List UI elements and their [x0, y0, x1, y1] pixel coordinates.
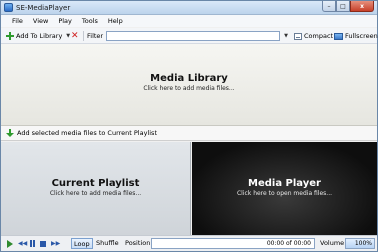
volume-slider[interactable]: 100% — [345, 238, 375, 249]
toolbar: Add To Library ▼ ✕ Filter ▼ Compact Full… — [1, 28, 378, 44]
media-library-hint[interactable]: Click here to add media files... — [1, 85, 377, 92]
loop-button[interactable]: Loop — [71, 238, 93, 249]
chevron-down-icon[interactable]: ▼ — [66, 33, 70, 39]
filter-input[interactable] — [106, 31, 280, 41]
main-window: SE-MediaPlayer – □ x File View Play Tool… — [0, 0, 378, 252]
fast-forward-icon[interactable]: ▶▶ — [51, 240, 60, 247]
current-playlist-title: Current Playlist — [51, 178, 140, 189]
media-player-panel[interactable]: Media Player Click here to open media fi… — [192, 142, 377, 235]
compact-button[interactable]: Compact — [294, 30, 333, 42]
position-label: Position — [125, 239, 151, 247]
menu-bar: File View Play Tools Help — [1, 15, 377, 27]
add-selected-label: Add selected media files to Current Play… — [17, 129, 157, 137]
down-arrow-icon — [6, 128, 14, 138]
fullscreen-button[interactable]: Fullscreen — [334, 30, 378, 42]
stop-icon[interactable] — [40, 241, 46, 247]
current-playlist-hint[interactable]: Click here to add media files... — [1, 190, 190, 197]
add-icon — [6, 32, 14, 40]
transport-bar: ◀◀ ▶▶ Loop Shuffle Position 00:00 of 00:… — [1, 235, 377, 251]
toolbar-separator — [83, 31, 84, 41]
media-library-panel[interactable]: Media Library Click here to add media fi… — [1, 44, 377, 126]
menu-file[interactable]: File — [7, 15, 28, 27]
fullscreen-label: Fullscreen — [345, 32, 378, 40]
add-selected-to-playlist-button[interactable]: Add selected media files to Current Play… — [1, 126, 377, 141]
fullscreen-icon — [334, 32, 343, 40]
window-controls: – □ x — [322, 1, 374, 12]
maximize-button[interactable]: □ — [336, 1, 350, 12]
rewind-icon[interactable]: ◀◀ — [18, 240, 27, 247]
minimize-button[interactable]: – — [322, 1, 336, 12]
menu-view[interactable]: View — [28, 15, 53, 27]
media-player-title: Media Player — [248, 178, 321, 189]
media-library-title: Media Library — [150, 73, 228, 84]
close-button[interactable]: x — [350, 1, 374, 12]
menu-play[interactable]: Play — [53, 15, 77, 27]
filter-dropdown-icon[interactable]: ▼ — [282, 31, 290, 41]
current-playlist-panel[interactable]: Current Playlist Click here to add media… — [1, 142, 191, 235]
app-icon — [4, 3, 13, 12]
title-bar: SE-MediaPlayer – □ x — [1, 1, 377, 15]
media-player-hint[interactable]: Click here to open media files... — [192, 190, 377, 197]
play-icon[interactable] — [7, 240, 13, 248]
menu-tools[interactable]: Tools — [77, 15, 103, 27]
compact-label: Compact — [304, 32, 334, 40]
remove-icon[interactable]: ✕ — [71, 30, 79, 42]
add-to-library-button[interactable]: Add To Library ▼ — [6, 30, 70, 42]
filter-label: Filter — [87, 32, 104, 40]
add-to-library-label: Add To Library — [16, 32, 63, 40]
menu-help[interactable]: Help — [103, 15, 128, 27]
volume-label: Volume — [320, 239, 345, 247]
compact-icon — [294, 32, 302, 40]
position-slider[interactable]: 00:00 of 00:00 — [151, 238, 315, 249]
shuffle-button[interactable]: Shuffle — [94, 238, 121, 249]
window-title: SE-MediaPlayer — [16, 4, 71, 12]
pause-icon[interactable] — [30, 240, 37, 247]
